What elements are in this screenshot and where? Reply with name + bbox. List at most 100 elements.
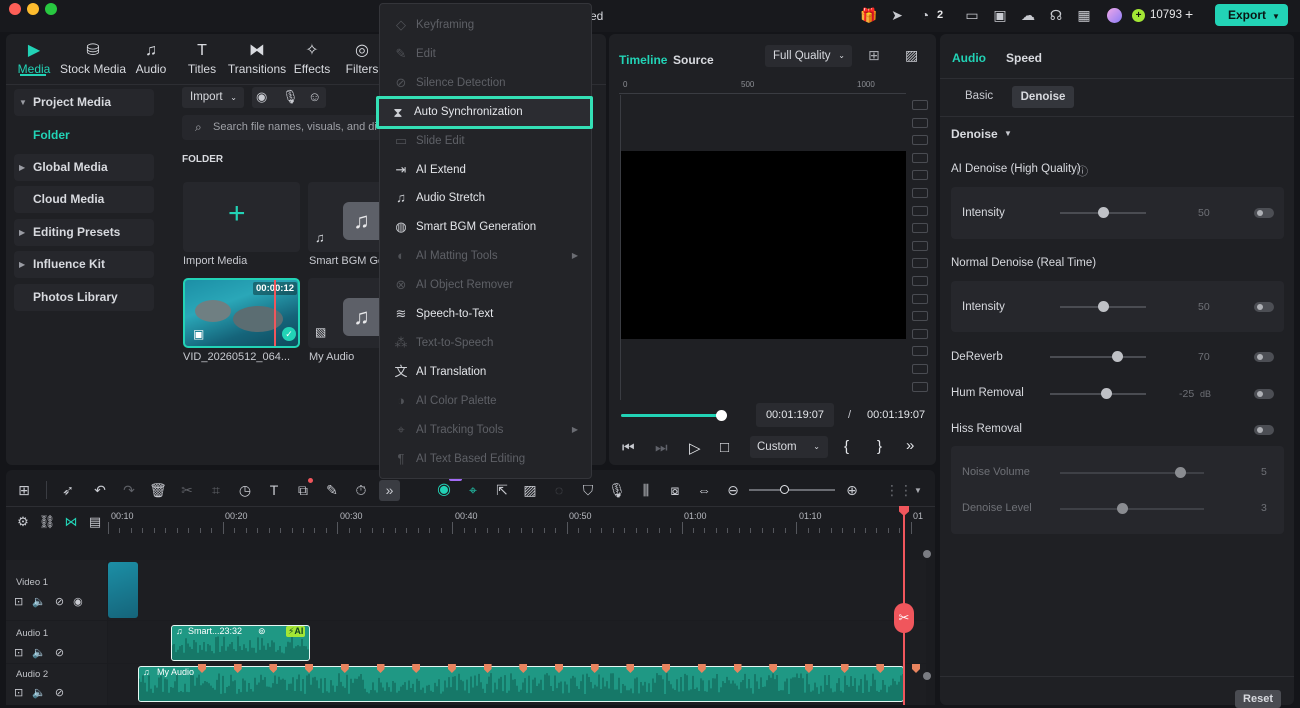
- beat-marker[interactable]: [340, 664, 349, 673]
- menu-item-ai-color-palette[interactable]: ◑ AI Color Palette: [386, 387, 586, 415]
- avatar[interactable]: [1107, 8, 1122, 23]
- microphone-icon[interactable]: 🎙: [607, 480, 627, 500]
- menu-item-ai-tracking-tools[interactable]: ⌖ AI Tracking Tools ▶: [386, 416, 586, 444]
- tool-transitions[interactable]: ⧓ Transitions: [227, 40, 287, 76]
- sidebar-item-editing-presets[interactable]: ▶ Editing Presets: [14, 219, 154, 246]
- sidebar-item-folder[interactable]: Folder: [33, 128, 70, 142]
- monitor-icon[interactable]: ▭: [963, 6, 981, 24]
- send-icon[interactable]: ➤: [888, 6, 906, 24]
- previous-frame-icon[interactable]: ⏮: [622, 439, 635, 456]
- mute-track-icon[interactable]: ⊘: [55, 687, 73, 699]
- add-credits-icon[interactable]: +: [1185, 6, 1193, 22]
- hiss-removal-toggle[interactable]: [1254, 425, 1274, 435]
- menu-item-silence-detection[interactable]: ⊘ Silence Detection: [386, 69, 586, 97]
- beat-marker[interactable]: [733, 664, 742, 673]
- minimize-window-button[interactable]: [27, 3, 39, 15]
- sidebar-item-project-media[interactable]: ▼ Project Media: [14, 89, 154, 116]
- beat-marker[interactable]: [662, 664, 671, 673]
- chevron-down-icon[interactable]: ▼: [914, 486, 922, 495]
- beat-marker[interactable]: [769, 664, 778, 673]
- dereverb-toggle[interactable]: [1254, 352, 1274, 362]
- visibility-eye-icon[interactable]: ◉: [73, 596, 92, 608]
- ai-intensity-slider[interactable]: [1060, 207, 1146, 218]
- ai-copilot-icon[interactable]: ◉: [434, 480, 454, 500]
- stabilize-icon[interactable]: ◌: [549, 480, 569, 500]
- track-manager-icon[interactable]: ▤: [85, 512, 105, 532]
- ripple-icon[interactable]: ⇱: [492, 480, 512, 500]
- pen-tool-icon[interactable]: ✎: [322, 480, 342, 500]
- menu-item-auto-synchronization[interactable]: ⧗ Auto Synchronization: [376, 95, 593, 129]
- beat-marker[interactable]: [804, 664, 813, 673]
- shield-icon[interactable]: ⛉: [578, 480, 598, 500]
- beat-marker[interactable]: [697, 664, 706, 673]
- magnet-icon[interactable]: ⋈: [61, 512, 81, 532]
- reset-button[interactable]: Reset: [1235, 690, 1281, 708]
- caret-down-icon[interactable]: ▼: [1004, 129, 1012, 138]
- menu-item-text-to-speech[interactable]: ⁂ Text-to-Speech: [386, 329, 586, 357]
- menu-item-ai-object-remover[interactable]: ⊗ AI Object Remover: [386, 271, 586, 299]
- slider-handle[interactable]: [1101, 388, 1112, 399]
- save-icon[interactable]: ▣: [991, 6, 1009, 24]
- crop-icon[interactable]: ⌗: [206, 480, 226, 500]
- lock-icon[interactable]: ⊡: [14, 687, 32, 699]
- record-screen-icon[interactable]: ◉: [256, 89, 267, 105]
- maximize-window-button[interactable]: [45, 3, 57, 15]
- video-clip[interactable]: [108, 562, 138, 618]
- snapshot-icon[interactable]: ▨: [905, 47, 918, 64]
- beat-marker[interactable]: [305, 664, 314, 673]
- search-input[interactable]: Search file names, visuals, and di: [213, 121, 378, 133]
- beat-marker[interactable]: [198, 664, 206, 673]
- menu-item-ai-text-based-editing[interactable]: ¶ AI Text Based Editing: [386, 445, 586, 473]
- import-dropdown[interactable]: Import ⌄: [182, 87, 244, 108]
- lock-icon[interactable]: ⊡: [14, 647, 32, 659]
- noise-volume-slider[interactable]: [1060, 467, 1204, 478]
- tool-stock-media[interactable]: ⛁ Stock Media: [58, 40, 128, 76]
- volume-icon[interactable]: 🔈: [32, 647, 55, 659]
- beat-marker[interactable]: [590, 664, 599, 673]
- beat-marker[interactable]: [483, 664, 492, 673]
- menu-item-ai-translation[interactable]: 文 AI Translation: [386, 358, 586, 386]
- beat-marker[interactable]: [840, 664, 849, 673]
- tool-titles[interactable]: T Titles: [177, 40, 227, 76]
- timeline-scrollbar[interactable]: [922, 550, 932, 680]
- tool-media[interactable]: ▶ Media: [9, 40, 59, 76]
- mute-track-icon[interactable]: ⊘: [55, 647, 73, 659]
- lock-icon[interactable]: ⊡: [14, 596, 32, 608]
- drag-handle-icon[interactable]: ⋮⋮: [885, 480, 913, 500]
- grid-view-icon[interactable]: ⊞: [868, 47, 880, 64]
- video-thumbnail-card[interactable]: 00:00:12 ✓ ▣: [183, 278, 300, 348]
- menu-item-edit[interactable]: ✎ Edit: [386, 40, 586, 68]
- beat-marker[interactable]: [555, 664, 563, 673]
- slider-handle[interactable]: [1098, 301, 1109, 312]
- ai-denoise-toggle[interactable]: [1254, 208, 1274, 218]
- tab-timeline[interactable]: Timeline: [619, 53, 667, 67]
- cloud-upload-icon[interactable]: ☁: [1019, 6, 1037, 24]
- menu-item-smart-bgm-generation[interactable]: ◍ Smart BGM Generation: [386, 213, 586, 241]
- more-tools-icon[interactable]: »: [379, 480, 400, 501]
- zoom-slider[interactable]: [749, 485, 835, 494]
- text-tool-icon[interactable]: T: [264, 480, 284, 500]
- beat-marker[interactable]: [447, 664, 456, 673]
- zoom-dropdown[interactable]: Custom ⌄: [750, 436, 828, 458]
- subtab-basic[interactable]: Basic: [965, 90, 993, 102]
- export-button[interactable]: Export ▼: [1215, 4, 1288, 26]
- sidebar-item-influence-kit[interactable]: ▶ Influence Kit: [14, 251, 154, 278]
- select-tool-icon[interactable]: ➶: [58, 480, 78, 500]
- close-window-button[interactable]: [9, 3, 21, 15]
- notification-icon[interactable]: ◔: [916, 6, 934, 24]
- tool-effects[interactable]: ✧ Effects: [287, 40, 337, 76]
- beat-marker[interactable]: [376, 664, 385, 673]
- hum-removal-toggle[interactable]: [1254, 389, 1274, 399]
- dereverb-slider[interactable]: [1050, 351, 1146, 362]
- sidebar-item-cloud-media[interactable]: Cloud Media: [14, 186, 154, 213]
- denoise-level-slider[interactable]: [1060, 503, 1204, 514]
- normal-intensity-slider[interactable]: [1060, 301, 1146, 312]
- menu-item-keyframing[interactable]: ◇ Keyframing: [386, 11, 586, 39]
- current-time[interactable]: 00:01:19:07: [756, 403, 834, 427]
- mark-in-icon[interactable]: {: [844, 438, 849, 455]
- menu-item-speech-to-text[interactable]: ≋ Speech-to-Text: [386, 300, 586, 328]
- play-icon[interactable]: ▷: [689, 439, 701, 457]
- more-controls-icon[interactable]: »: [906, 437, 914, 454]
- layout-icon[interactable]: ⊞: [14, 480, 34, 500]
- beat-marker[interactable]: [876, 664, 885, 673]
